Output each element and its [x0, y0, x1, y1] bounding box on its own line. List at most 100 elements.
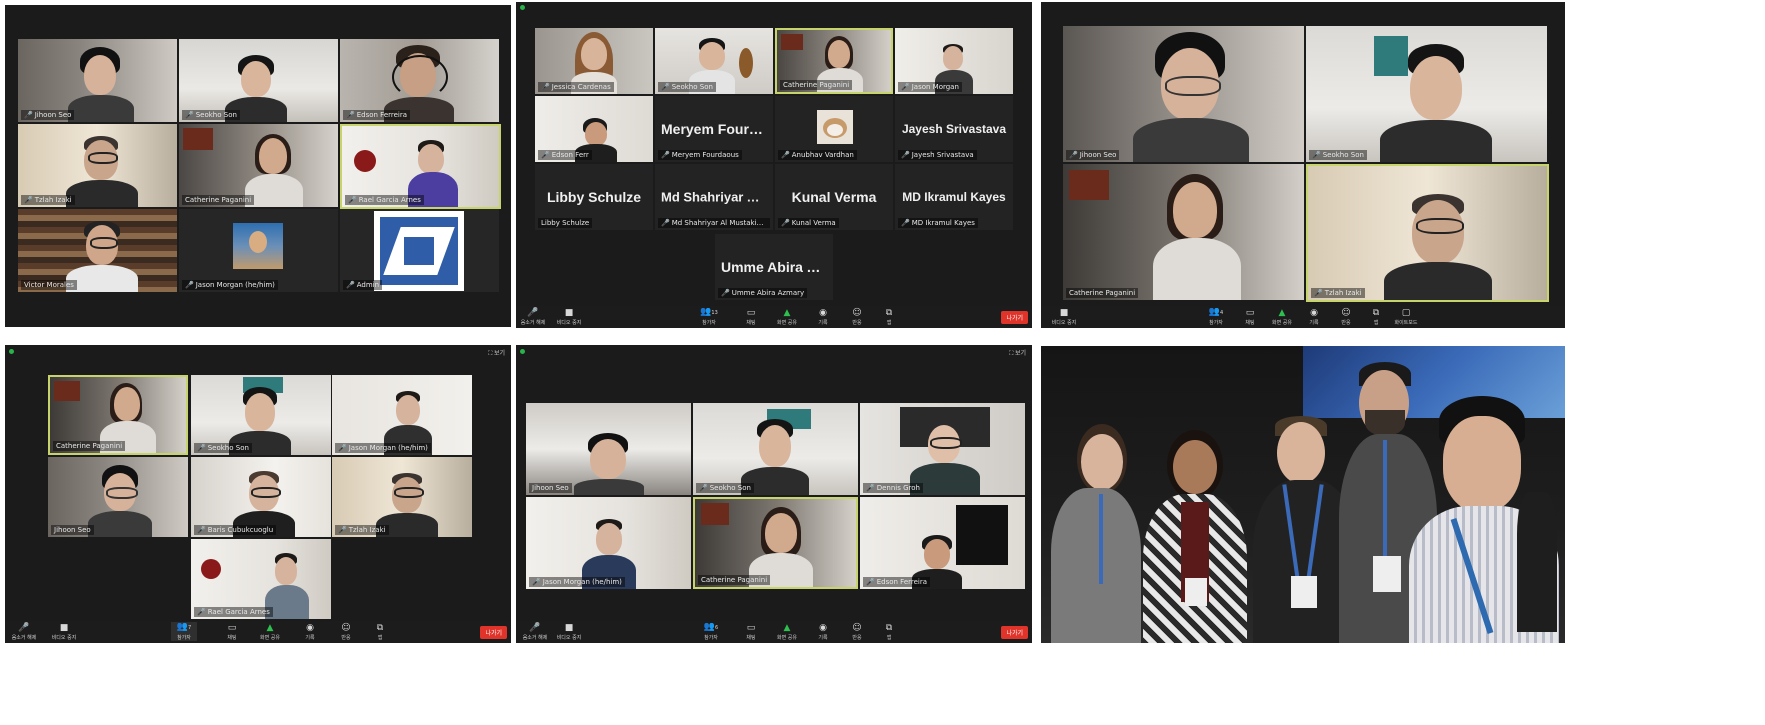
- video-tile[interactable]: 🎤 Jessica Cardenas: [535, 28, 653, 94]
- guitar-object: [739, 48, 753, 78]
- participant-display-name: Umme Abira Az...: [721, 259, 833, 275]
- participant-name: Catherine Paganini: [1066, 288, 1139, 298]
- person-figure: [1041, 416, 1141, 643]
- stop-video-button[interactable]: ■ 비디오 중지: [51, 623, 77, 641]
- participant-name: 🎤 Kunal Verma: [778, 218, 839, 228]
- participants-button[interactable]: 👥13 참가자: [696, 307, 722, 326]
- leave-button[interactable]: 나가기: [1001, 311, 1028, 324]
- video-tile-active-speaker[interactable]: Catherine Paganini: [48, 375, 188, 455]
- video-tile-active-speaker[interactable]: Catherine Paganini: [775, 28, 893, 94]
- video-tile[interactable]: 🎤 Seokho Son: [655, 28, 773, 94]
- video-tile[interactable]: 🎤 Jason Morgan (he/him): [179, 209, 338, 292]
- video-tile-active-speaker[interactable]: 🎤 Tzlah Izaki: [1306, 164, 1549, 302]
- video-tile[interactable]: 🎤 Seokho Son: [693, 403, 858, 495]
- video-tile[interactable]: 🎤 Dennis Groh: [860, 403, 1025, 495]
- chat-button[interactable]: ▭ 채팅: [738, 623, 764, 641]
- video-tile[interactable]: 🎤 Edson Ferreira: [340, 39, 499, 122]
- reactions-button[interactable]: ☺ 반응: [1333, 308, 1359, 326]
- video-tile[interactable]: Md Shahriyar Al... 🎤 Md Shahriyar Al Must…: [655, 164, 773, 230]
- video-tile[interactable]: 🎤 Jihoon Seo: [1063, 26, 1304, 162]
- mute-button[interactable]: 🎤 음소거 해제: [11, 623, 37, 641]
- apps-button[interactable]: ⧉ 앱: [367, 623, 393, 641]
- share-screen-button[interactable]: ▲ 화면 공유: [774, 308, 800, 326]
- camera-icon: ■: [59, 623, 69, 633]
- video-tile[interactable]: 🎤 Seokho Son: [1306, 26, 1547, 162]
- apps-button[interactable]: ⧉ 앱: [1363, 308, 1389, 326]
- fullscreen-button[interactable]: ⛶ 보기: [488, 348, 505, 358]
- video-tile[interactable]: MD Ikramul Kayes 🎤 MD Ikramul Kayes: [895, 164, 1013, 230]
- participant-name: 🎤 Jayesh Srivastava: [898, 150, 977, 160]
- participant-name: 🎤 Seokho Son: [696, 483, 754, 493]
- share-screen-button[interactable]: ▲ 화면 공유: [1269, 308, 1295, 326]
- video-tile[interactable]: Umme Abira Az... 🎤 Umme Abira Azmary: [715, 234, 833, 300]
- video-tile[interactable]: 🎤 Edson Ferr: [535, 96, 653, 162]
- meeting-toolbar: 🎤 음소거 해제 ■ 비디오 중지 👥13 참가자 ▭ 채팅 ▲ 화면 공유 ◉ 기록 ☺ 반…: [516, 306, 1032, 328]
- video-tile-active-speaker[interactable]: Catherine Paganini: [693, 497, 858, 589]
- video-tile[interactable]: 🎤 Anubhav Vardhan: [775, 96, 893, 162]
- video-tile[interactable]: 🎤 Tzlah Izaki: [18, 124, 177, 207]
- leave-button[interactable]: 나가기: [480, 626, 507, 639]
- record-button[interactable]: ◉ 기록: [1301, 308, 1327, 326]
- video-tile[interactable]: 🎤 Seokho Son: [191, 375, 331, 455]
- video-tile[interactable]: Jayesh Srivastava 🎤 Jayesh Srivastava: [895, 96, 1013, 162]
- share-screen-icon: ▲: [1278, 308, 1286, 318]
- share-screen-icon: ▲: [783, 623, 791, 633]
- participants-button[interactable]: 👥6 참가자: [698, 622, 724, 641]
- chat-button[interactable]: ▭ 채팅: [738, 308, 764, 326]
- video-tile[interactable]: 🎤 Baris Cubukcuoglu: [191, 457, 331, 537]
- record-button[interactable]: ◉ 기록: [297, 623, 323, 641]
- share-screen-button[interactable]: ▲ 화면 공유: [257, 623, 283, 641]
- video-tile-active-speaker[interactable]: 🎤 Rael Garcia Arnes: [340, 124, 501, 209]
- participants-button[interactable]: 👥4 참가자: [1203, 307, 1229, 326]
- participant-name: 🎤 Jihoon Seo: [1066, 150, 1120, 160]
- reactions-button[interactable]: ☺ 반응: [844, 623, 870, 641]
- video-tile[interactable]: Jihoon Seo: [48, 457, 188, 537]
- participant-name: Libby Schulze: [538, 218, 593, 228]
- record-button[interactable]: ◉ 기록: [810, 623, 836, 641]
- video-tile[interactable]: 🎤 Jason Morgan (he/him): [332, 375, 472, 455]
- video-tile[interactable]: 🎤 Admin: [340, 209, 499, 292]
- chat-button[interactable]: ▭ 채팅: [219, 623, 245, 641]
- video-tile[interactable]: 🎤 Edson Ferreira: [860, 497, 1025, 589]
- chat-button[interactable]: ▭ 채팅: [1237, 308, 1263, 326]
- mute-button[interactable]: 🎤 음소거 해제: [520, 308, 546, 326]
- reactions-icon: ☺: [852, 623, 862, 633]
- apps-button[interactable]: ⧉ 앱: [876, 308, 902, 326]
- video-tile[interactable]: 🎤 Seokho Son: [179, 39, 338, 122]
- apps-button[interactable]: ⧉ 앱: [876, 623, 902, 641]
- fullscreen-button[interactable]: ⛶ 보기: [1009, 348, 1026, 358]
- reactions-button[interactable]: ☺ 반응: [333, 623, 359, 641]
- video-tile[interactable]: Victor Morales: [18, 209, 177, 292]
- reactions-button[interactable]: ☺ 반응: [844, 308, 870, 326]
- video-tile[interactable]: 🎤 Jason Morgan (he/him): [526, 497, 691, 589]
- reactions-icon: ☺: [341, 623, 351, 633]
- video-tile[interactable]: Kunal Verma 🎤 Kunal Verma: [775, 164, 893, 230]
- stop-video-button[interactable]: ■ 비디오 중지: [1051, 308, 1077, 326]
- participant-name: Victor Morales: [21, 280, 77, 290]
- leave-button[interactable]: 나가기: [1001, 626, 1028, 639]
- apps-icon: ⧉: [885, 623, 893, 633]
- video-tile[interactable]: Jihoon Seo: [526, 403, 691, 495]
- video-tile[interactable]: 🎤 Rael Garcia Arnes: [191, 539, 331, 619]
- record-button[interactable]: ◉ 기록: [810, 308, 836, 326]
- video-tile[interactable]: 🎤 Tzlah Izaki: [332, 457, 472, 537]
- video-tile[interactable]: 🎤 Jihoon Seo: [18, 39, 177, 122]
- cncf-logo-icon: [374, 211, 464, 291]
- video-tile[interactable]: Catherine Paganini: [179, 124, 338, 207]
- stop-video-button[interactable]: ■ 비디오 중지: [556, 623, 582, 641]
- participant-name: 🎤 Jason Morgan (he/him): [335, 443, 431, 453]
- share-screen-button[interactable]: ▲ 화면 공유: [774, 623, 800, 641]
- video-tile[interactable]: Meryem Fourda... 🎤 Meryem Fourdaous: [655, 96, 773, 162]
- stop-video-button[interactable]: ■ 비디오 중지: [556, 308, 582, 326]
- participants-icon: 👥4: [1208, 307, 1224, 317]
- participant-display-name: Md Shahriyar Al...: [661, 189, 771, 205]
- whiteboard-button[interactable]: ▢ 화이트보드: [1393, 308, 1419, 326]
- participant-name: 🎤Md Shahriyar Al Mustakim Mitul: [658, 218, 771, 228]
- video-tile[interactable]: 🎤 Jason Morgan: [895, 28, 1013, 94]
- participant-name: 🎤 Admin: [343, 280, 383, 290]
- participants-button[interactable]: 👥7 참가자: [171, 622, 197, 641]
- apps-icon: ⧉: [376, 623, 384, 633]
- video-tile[interactable]: Libby Schulze Libby Schulze: [535, 164, 653, 230]
- video-tile[interactable]: Catherine Paganini: [1063, 164, 1304, 300]
- mute-button[interactable]: 🎤 음소거 해제: [522, 623, 548, 641]
